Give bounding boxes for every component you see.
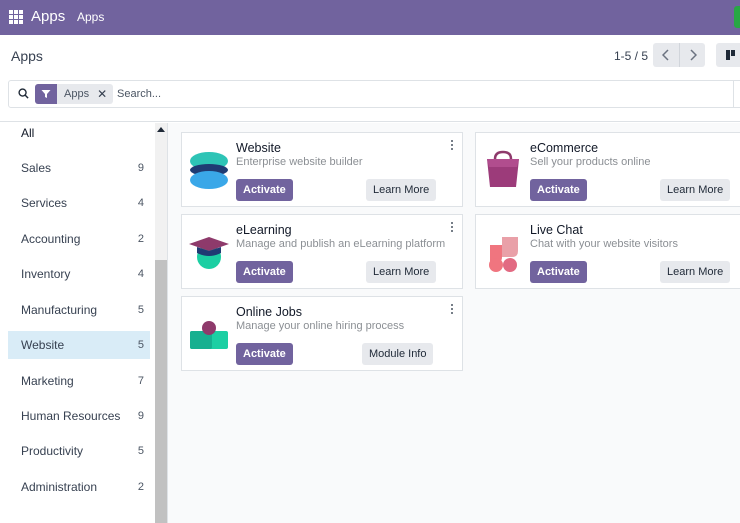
sidebar-item-inventory[interactable]: Inventory 4 [8, 260, 150, 288]
learn-more-button[interactable]: Learn More [660, 261, 731, 283]
app-name: eCommerce [530, 141, 599, 155]
sidebar-item-sales[interactable]: Sales 9 [8, 154, 150, 182]
sidebar-item-label: Administration [21, 480, 98, 494]
sidebar-item-count: 5 [137, 339, 144, 351]
sidebar-item-label: Productivity [21, 444, 84, 458]
scroll-up-arrow-icon[interactable] [157, 127, 165, 132]
chevron-right-icon [689, 49, 697, 61]
sidebar-item-label: Inventory [21, 267, 71, 281]
app-name: eLearning [236, 223, 292, 237]
app-grid-icon[interactable] [9, 10, 23, 24]
pager-value[interactable]: 1-5 / 5 [614, 49, 648, 63]
kanban-icon [726, 50, 730, 60]
pager-next-button[interactable] [679, 43, 705, 67]
app-card-elearning[interactable]: eLearning Manage and publish an eLearnin… [181, 214, 463, 289]
learn-more-button[interactable]: Learn More [660, 179, 731, 201]
sidebar-item-count: 2 [137, 233, 144, 245]
search-icon[interactable] [18, 88, 29, 99]
top-navbar: Apps Apps [0, 0, 740, 35]
sidebar-item-accounting[interactable]: Accounting 2 [8, 225, 150, 253]
module-info-button[interactable]: Module Info [362, 343, 434, 365]
sidebar-item-count: 4 [137, 197, 144, 209]
learn-more-button[interactable]: Learn More [366, 261, 437, 283]
app-name: Live Chat [530, 223, 583, 237]
activate-button[interactable]: Activate [236, 179, 293, 201]
app-card-online-jobs[interactable]: Online Jobs Manage your online hiring pr… [181, 296, 463, 371]
activate-button[interactable]: Activate [530, 261, 587, 283]
app-summary: Chat with your website visitors [530, 238, 678, 250]
navbar-menu-apps[interactable]: Apps [77, 10, 104, 24]
search-input[interactable] [117, 84, 517, 104]
website-icon [190, 152, 228, 189]
sidebar-item-count: 5 [137, 304, 144, 316]
facet-remove-icon[interactable]: ✕ [97, 87, 107, 101]
navbar-brand[interactable]: Apps [31, 8, 65, 25]
sidebar-item-count: 2 [137, 481, 144, 493]
sidebar-item-label: Website [21, 338, 65, 352]
facet-label: Apps [64, 88, 90, 100]
activate-button[interactable]: Activate [530, 179, 587, 201]
sidebar-item-count: 9 [137, 162, 144, 174]
sidebar-item-label: Services [21, 196, 68, 210]
sidebar-item-count: 4 [137, 268, 144, 280]
sidebar-item-all[interactable]: All [8, 119, 150, 147]
graduation-cap-icon [189, 237, 229, 269]
kanban-area: Website Enterprise website builder Activ… [168, 123, 740, 523]
live-chat-icon [489, 237, 518, 272]
sidebar-item-label: Marketing [21, 374, 74, 388]
app-summary: Enterprise website builder [236, 156, 363, 168]
search-bar[interactable]: Apps ✕ [8, 80, 740, 108]
kanban-view-button[interactable] [716, 43, 740, 67]
sidebar-item-marketing[interactable]: Marketing 7 [8, 367, 150, 395]
sidebar-item-label: Human Resources [21, 409, 121, 423]
activate-button[interactable]: Activate [236, 343, 293, 365]
sidebar-item-count: 9 [137, 410, 144, 422]
scrollbar-thumb[interactable] [155, 260, 167, 523]
pager-previous-button[interactable] [653, 43, 679, 67]
sidebar-item-label: All [21, 126, 35, 140]
card-menu-icon[interactable] [450, 222, 454, 234]
sidebar-item-count: 7 [137, 375, 144, 387]
sidebar-item-services[interactable]: Services 4 [8, 189, 150, 217]
activate-button[interactable]: Activate [236, 261, 293, 283]
sidebar-item-label: Sales [21, 161, 52, 175]
sidebar-item-human-resources[interactable]: Human Resources 9 [8, 402, 150, 430]
app-card-live-chat[interactable]: Live Chat Chat with your website visitor… [475, 214, 740, 289]
sidebar-scrollbar[interactable] [155, 123, 167, 523]
sidebar-item-manufacturing[interactable]: Manufacturing 5 [8, 296, 150, 324]
card-menu-icon[interactable] [450, 304, 454, 316]
control-panel: Apps 1-5 / 5 Apps ✕ [0, 35, 740, 122]
app-summary: Manage your online hiring process [236, 320, 405, 332]
sidebar-item-count: 5 [137, 445, 144, 457]
sidebar-item-website[interactable]: Website 5 [8, 331, 150, 359]
app-summary: Manage and publish an eLearning platform [236, 238, 446, 250]
search-divider [733, 81, 734, 107]
app-name: Online Jobs [236, 305, 303, 319]
sidebar-item-administration[interactable]: Administration 2 [8, 473, 150, 501]
filter-icon [35, 84, 57, 104]
sidebar-item-label: Manufacturing [21, 303, 98, 317]
breadcrumb: Apps [11, 48, 43, 64]
app-card-ecommerce[interactable]: eCommerce Sell your products online Acti… [475, 132, 740, 207]
chevron-left-icon [662, 49, 669, 61]
app-name: Website [236, 141, 281, 155]
ecommerce-bag-icon [487, 150, 519, 187]
sidebar-item-label: Accounting [21, 232, 81, 246]
category-sidebar: All Sales 9 Services 4 Accounting 2 Inve… [0, 123, 155, 523]
sidebar-item-productivity[interactable]: Productivity 5 [8, 437, 150, 465]
app-card-website[interactable]: Website Enterprise website builder Activ… [181, 132, 463, 207]
app-summary: Sell your products online [530, 156, 651, 168]
search-facet[interactable]: Apps ✕ [35, 84, 114, 104]
card-menu-icon[interactable] [450, 140, 454, 152]
learn-more-button[interactable]: Learn More [366, 179, 437, 201]
online-jobs-icon [190, 321, 228, 349]
user-status-indicator[interactable] [734, 6, 740, 28]
